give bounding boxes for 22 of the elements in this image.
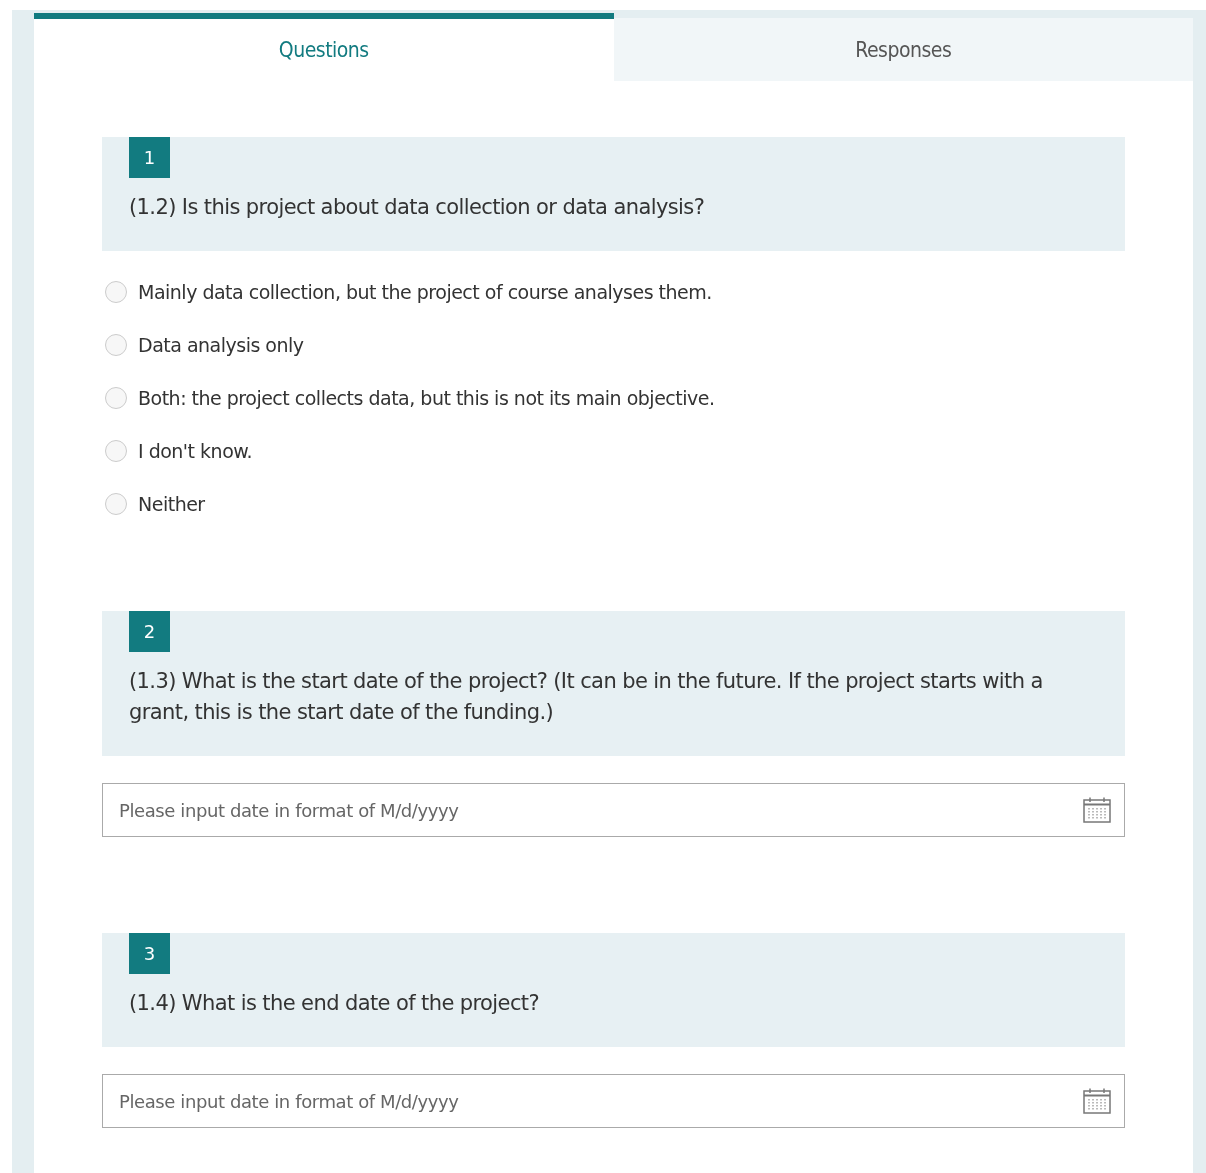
question-title: (1.3) What is the start date of the project? (It can be in the future. If the project starts with a grant, this is the start date of the funding.) (129, 668, 1044, 726)
radio-button[interactable] (105, 387, 127, 409)
question-title: (1.2) Is this project about data collection or data analysis? (129, 194, 706, 221)
date-field[interactable]: Please input date in format of M/d/yyyy (102, 783, 1125, 837)
question-number: 2 (129, 611, 170, 652)
radio-button[interactable] (105, 334, 127, 356)
option-label[interactable]: Mainly data collection, but the project of course analyses them. (138, 281, 712, 303)
option-label[interactable]: Neither (138, 493, 205, 515)
radio-button[interactable] (105, 493, 127, 515)
question-title: (1.4) What is the end date of the project? (129, 990, 541, 1017)
radio-button[interactable] (105, 281, 127, 303)
question-number: 1 (129, 137, 170, 178)
radio-button[interactable] (105, 440, 127, 462)
option-label[interactable]: Data analysis only (138, 334, 304, 356)
calendar-icon[interactable] (1083, 1088, 1111, 1114)
option-label[interactable]: Both: the project collects data, but this is not its main objective. (138, 387, 715, 409)
tab[interactable]: Questions (34, 13, 614, 81)
option-label[interactable]: I don't know. (138, 440, 253, 462)
calendar-icon[interactable] (1083, 797, 1111, 823)
tab[interactable]: Responses (613, 18, 1193, 81)
date-field[interactable]: Please input date in format of M/d/yyyy (102, 1074, 1125, 1128)
question-number: 3 (129, 933, 170, 974)
